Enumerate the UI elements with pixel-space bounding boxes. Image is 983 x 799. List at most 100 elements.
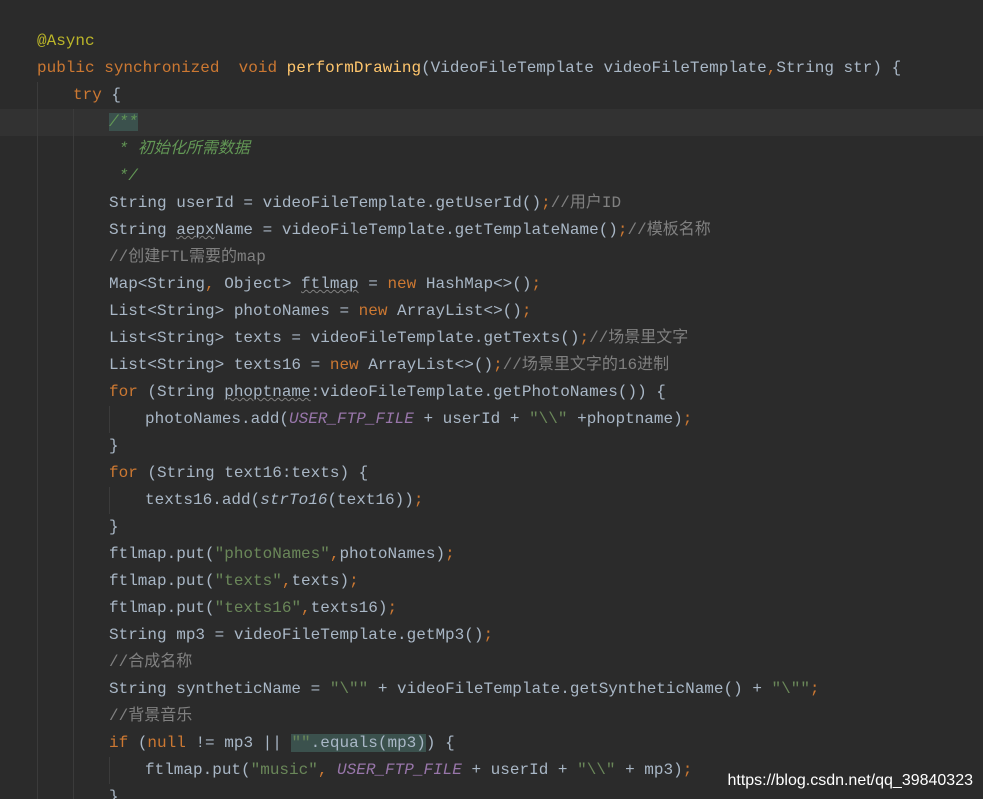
code-token: //背景音乐	[109, 707, 193, 725]
indent-guide	[73, 703, 74, 730]
code-text: Map<String, Object> ftlmap = new HashMap…	[109, 271, 541, 298]
indent-guide	[73, 757, 74, 784]
indent-guide	[37, 730, 38, 757]
code-token: String str) {	[776, 59, 902, 77]
code-text: ftlmap.put("photoNames",photoNames);	[109, 541, 455, 568]
code-text: * 初始化所需数据	[109, 136, 250, 163]
code-token: (VideoFileTemplate videoFileTemplate	[421, 59, 767, 77]
indent-guide	[37, 757, 38, 784]
code-area[interactable]: @Async public synchronized void performDr…	[0, 28, 983, 799]
code-line[interactable]: //创建FTL需要的map	[0, 244, 983, 271]
code-token: ;	[349, 572, 359, 590]
code-text: //背景音乐	[109, 703, 192, 730]
code-token: ;	[387, 599, 398, 617]
indent-guide	[73, 730, 74, 757]
code-line[interactable]: texts16.add(strTo16(text16));	[0, 487, 983, 514]
code-line[interactable]: List<String> photoNames = new ArrayList<…	[0, 298, 983, 325]
code-line[interactable]: //背景音乐	[0, 703, 983, 730]
code-line[interactable]: String aepxName = videoFileTemplate.getT…	[0, 217, 983, 244]
code-token: }	[109, 518, 119, 536]
code-token: //模板名称	[627, 221, 711, 239]
code-line[interactable]: List<String> texts16 = new ArrayList<>()…	[0, 352, 983, 379]
code-token: ;	[413, 491, 424, 509]
code-line[interactable]: if (null != mp3 || "".equals(mp3)) {	[0, 730, 983, 757]
code-token: + videoFileTemplate.getSyntheticName() +	[368, 680, 772, 698]
indent-guide	[73, 379, 74, 406]
code-text: @Async	[37, 28, 95, 55]
code-line[interactable]: photoNames.add(USER_FTP_FILE + userId + …	[0, 406, 983, 433]
code-token: @Async	[37, 32, 95, 50]
indent-guide	[109, 406, 110, 433]
code-line[interactable]: try {	[0, 82, 983, 109]
code-line[interactable]: public synchronized void performDrawing(…	[0, 55, 983, 82]
indent-guide	[37, 325, 38, 352]
code-text: for (String phoptname:videoFileTemplate.…	[109, 379, 666, 406]
code-text: if (null != mp3 || "".equals(mp3)) {	[109, 730, 455, 757]
indent-guide	[73, 136, 74, 163]
indent-guide	[73, 298, 74, 325]
code-token: String	[109, 221, 177, 239]
code-line[interactable]: for (String phoptname:videoFileTemplate.…	[0, 379, 983, 406]
code-text: }	[109, 784, 119, 799]
indent-guide	[37, 136, 38, 163]
indent-guide	[37, 568, 38, 595]
code-line[interactable]: }	[0, 433, 983, 460]
code-token: phoptname	[224, 383, 311, 401]
code-token: USER_FTP_FILE	[289, 410, 414, 428]
code-token: //场景里文字的16进制	[502, 356, 670, 374]
code-token: ;	[483, 626, 494, 644]
code-token: photoNames.add(	[145, 410, 290, 428]
code-token: new	[329, 356, 369, 374]
code-text: texts16.add(strTo16(text16));	[145, 487, 423, 514]
code-line[interactable]: for (String text16:texts) {	[0, 460, 983, 487]
code-token: ;	[493, 356, 503, 374]
code-token: //合成名称	[109, 653, 193, 671]
code-token: ;	[809, 680, 820, 698]
code-token: ) {	[425, 734, 455, 752]
code-text: /**	[109, 109, 138, 136]
code-token: ftlmap.put(	[109, 545, 215, 563]
indent-guide	[73, 190, 74, 217]
code-line[interactable]: */	[0, 163, 983, 190]
code-token: ,	[766, 59, 777, 77]
code-token: new	[358, 302, 398, 320]
code-token: ,	[205, 275, 225, 293]
code-token: */	[109, 167, 138, 185]
code-line[interactable]: * 初始化所需数据	[0, 136, 983, 163]
code-line[interactable]: Map<String, Object> ftlmap = new HashMap…	[0, 271, 983, 298]
code-line[interactable]: }	[0, 514, 983, 541]
indent-guide	[73, 487, 74, 514]
indent-guide	[73, 352, 74, 379]
code-line[interactable]: String userId = videoFileTemplate.getUse…	[0, 190, 983, 217]
code-token: ;	[617, 221, 628, 239]
indent-guide	[73, 676, 74, 703]
code-token: Object>	[224, 275, 302, 293]
code-text: photoNames.add(USER_FTP_FILE + userId + …	[145, 406, 692, 433]
code-line[interactable]: /**	[0, 109, 983, 136]
indent-guide	[73, 784, 74, 799]
code-line[interactable]: List<String> texts = videoFileTemplate.g…	[0, 325, 983, 352]
code-token: "\\"	[529, 410, 568, 428]
code-token: (	[137, 734, 148, 752]
code-token: * 初始化所需数据	[109, 140, 250, 158]
code-token: ""	[291, 734, 311, 752]
code-line[interactable]: //合成名称	[0, 649, 983, 676]
indent-guide	[73, 271, 74, 298]
code-text: List<String> texts16 = new ArrayList<>()…	[109, 352, 669, 379]
code-token: ftlmap.put(	[145, 761, 251, 779]
code-line[interactable]: ftlmap.put("texts",texts);	[0, 568, 983, 595]
code-line[interactable]: ftlmap.put("texts16",texts16);	[0, 595, 983, 622]
code-token: ,	[317, 761, 338, 779]
code-token: List<String> texts16 =	[109, 356, 330, 374]
code-text: ftlmap.put("texts16",texts16);	[109, 595, 397, 622]
code-token: ;	[521, 302, 532, 320]
code-text: //创建FTL需要的map	[109, 244, 266, 271]
code-token: }	[109, 788, 119, 799]
code-line[interactable]: @Async	[0, 28, 983, 55]
code-line[interactable]: String syntheticName = "\"" + videoFileT…	[0, 676, 983, 703]
code-line[interactable]: String mp3 = videoFileTemplate.getMp3();	[0, 622, 983, 649]
indent-guide	[73, 514, 74, 541]
code-editor[interactable]: @Async public synchronized void performDr…	[0, 0, 983, 799]
code-token: texts)	[291, 572, 350, 590]
code-line[interactable]: ftlmap.put("photoNames",photoNames);	[0, 541, 983, 568]
